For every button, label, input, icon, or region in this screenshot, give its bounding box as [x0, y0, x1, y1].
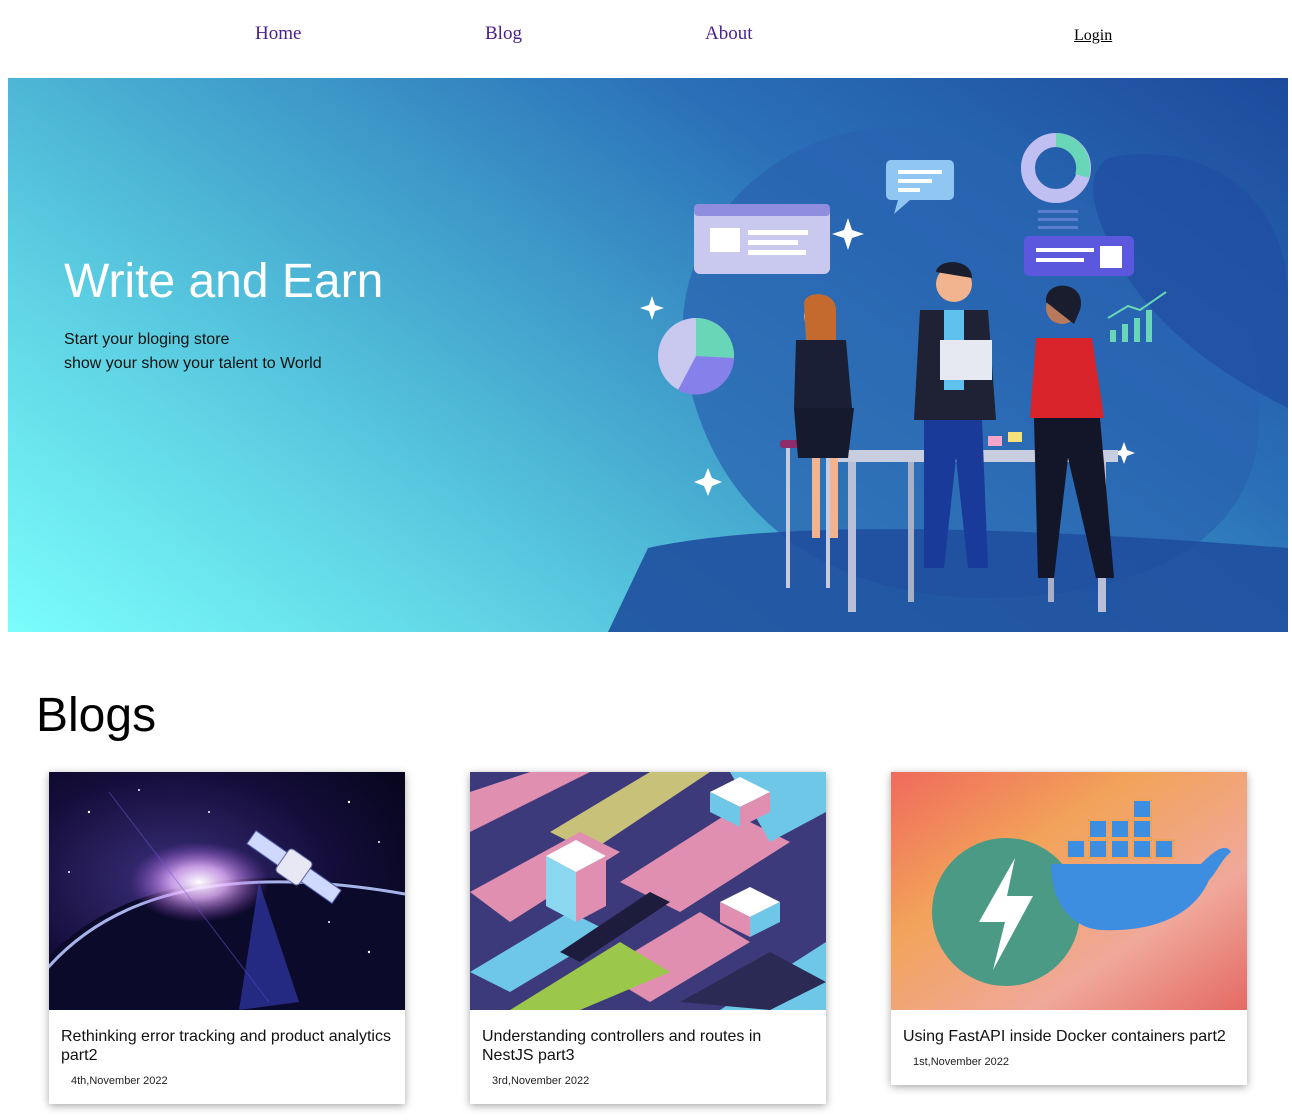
blog-card-title[interactable]: Using FastAPI inside Docker containers p… — [903, 1027, 1235, 1046]
blog-card[interactable]: Rethinking error tracking and product an… — [49, 772, 405, 1104]
blog-card-date: 3rd,November 2022 — [492, 1075, 590, 1087]
blog-card-body: Understanding controllers and routes in … — [470, 1010, 826, 1100]
hero-text: Write and Earn Start your bloging store … — [64, 254, 383, 376]
hero-banner: Write and Earn Start your bloging store … — [8, 78, 1288, 632]
nav-link-home[interactable]: Home — [255, 22, 301, 46]
blogs-heading: Blogs — [36, 689, 157, 742]
blog-card-body: Using FastAPI inside Docker containers p… — [891, 1010, 1247, 1081]
blog-card[interactable]: Using FastAPI inside Docker containers p… — [891, 772, 1247, 1085]
blog-card-title[interactable]: Rethinking error tracking and product an… — [61, 1027, 393, 1065]
nav-link-about[interactable]: About — [705, 22, 753, 46]
hero-subtitle-line2: show your show your talent to World — [64, 355, 322, 372]
blog-card-date: 1st,November 2022 — [913, 1056, 1009, 1068]
hero-subtitle: Start your bloging store show your show … — [64, 328, 383, 376]
hero-subtitle-line1: Start your bloging store — [64, 331, 230, 348]
isometric-blocks-image[interactable] — [470, 772, 826, 1010]
team-collaboration-illustration — [608, 127, 1288, 632]
blog-card[interactable]: Understanding controllers and routes in … — [470, 772, 826, 1104]
nav-link-blog[interactable]: Blog — [485, 22, 522, 46]
fastapi-docker-logos-image[interactable] — [891, 772, 1247, 1010]
top-navbar: Home Blog About Login — [0, 0, 1292, 78]
blog-card-body: Rethinking error tracking and product an… — [49, 1010, 405, 1100]
hero-title: Write and Earn — [64, 255, 384, 308]
blog-card-title[interactable]: Understanding controllers and routes in … — [482, 1027, 814, 1065]
blog-card-date: 4th,November 2022 — [71, 1075, 168, 1087]
satellite-orbit-image[interactable] — [49, 772, 405, 1010]
login-link[interactable]: Login — [1074, 24, 1112, 48]
